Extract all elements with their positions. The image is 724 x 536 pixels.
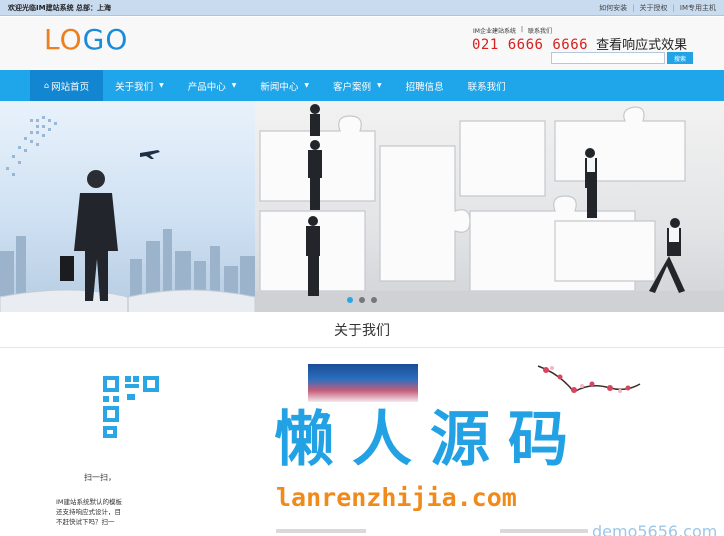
slider-dot[interactable] [359,297,365,303]
welcome-text: 欢迎光临IM建站系统 总部：上海 [8,3,112,12]
nav-item-label: 新闻中心 [260,81,299,93]
about-image-city [308,364,418,402]
nav-item-news[interactable]: 新闻中心 ▼ [248,70,321,101]
divider [276,529,366,533]
business-scene-illustration [0,116,255,312]
nav-item-label: 联系我们 [467,81,506,93]
nav-item-label: 关于我们 [115,81,154,93]
search-button[interactable]: 搜索 [667,52,693,64]
blossom-illustration [537,365,641,393]
section-title: 关于我们 [0,312,724,348]
top-bar: 欢迎光临IM建站系统 总部：上海 如何安装 | 关于授权 | IM专用主机 [0,0,724,16]
puzzle-team-illustration [255,104,724,312]
main-nav: ⌂ 网站首页 关于我们 ▼ 产品中心 ▼ 新闻中心 ▼ 客户案例 ▼ 招聘信息 [0,70,724,101]
search-input[interactable] [551,52,665,64]
top-link-install[interactable]: 如何安装 [599,3,627,13]
watermark-url: lanrenzhijia.com [276,483,517,512]
about-text: IM建站系统默认的模板 还支持响应式设计，目 不赶快试下吗？扫一 [56,497,126,527]
about-text-line: 不赶快试下吗？扫一 [56,518,115,526]
top-link-license[interactable]: 关于授权 [640,3,668,13]
nav-item-home[interactable]: ⌂ 网站首页 [30,70,104,101]
qr-caption: 扫一扫， [84,473,116,482]
nav-item-jobs[interactable]: 招聘信息 [394,70,456,101]
header: LOGO IM企业建站系统 | 联系我们 021 6666 6666 查看响应式… [0,17,724,69]
nav-item-about[interactable]: 关于我们 ▼ [103,70,176,101]
nav-item-products[interactable]: 产品中心 ▼ [176,70,249,101]
about-text-line: 还支持响应式设计，目 [56,508,121,516]
home-icon: ⌂ [44,81,50,90]
nav-item-contact[interactable]: 联系我们 [456,70,518,101]
top-link-hosting[interactable]: IM专用主机 [680,3,716,13]
hotline: 021 6666 6666 查看响应式效果 [472,34,687,53]
nav-item-cases[interactable]: 客户案例 ▼ [321,70,394,101]
slider-dot[interactable] [371,297,377,303]
banner-image-puzzle [255,101,724,312]
chevron-down-icon: ▼ [159,82,164,89]
divider: | [672,3,675,12]
nav-item-label: 客户案例 [333,81,372,93]
qr-code-icon [103,376,159,438]
nav-item-label: 网站首页 [51,81,90,93]
chevron-down-icon: ▼ [377,82,382,89]
about-text-line: IM建站系统默认的模板 [56,498,123,506]
watermark-title: 懒人源码 [274,405,586,475]
divider [500,529,588,533]
nav-item-label: 产品中心 [187,81,226,93]
chevron-down-icon: ▼ [231,82,237,89]
logo-text-orange: LO [44,23,83,56]
watermark-demo-url: demo5656.com [592,522,718,536]
divider: | [632,3,635,12]
search-box: 搜索 [551,52,693,64]
slider-dot[interactable] [347,297,353,303]
top-links: 如何安装 | 关于授权 | IM专用主机 [599,3,716,13]
phone-number: 021 6666 6666 [472,37,589,53]
site-logo[interactable]: LOGO [44,23,128,56]
chevron-down-icon: ▼ [304,82,310,89]
qr-code [103,376,177,446]
slider-dots [0,297,724,303]
nav-item-label: 招聘信息 [405,81,444,93]
page: 欢迎光临IM建站系统 总部：上海 如何安装 | 关于授权 | IM专用主机 LO… [0,0,724,536]
banner-slider[interactable] [0,101,724,312]
banner-image-business [0,101,255,312]
about-image-blossom [530,362,642,404]
logo-text-blue: GO [82,23,129,56]
responsive-preview-link[interactable]: 查看响应式效果 [596,34,687,53]
